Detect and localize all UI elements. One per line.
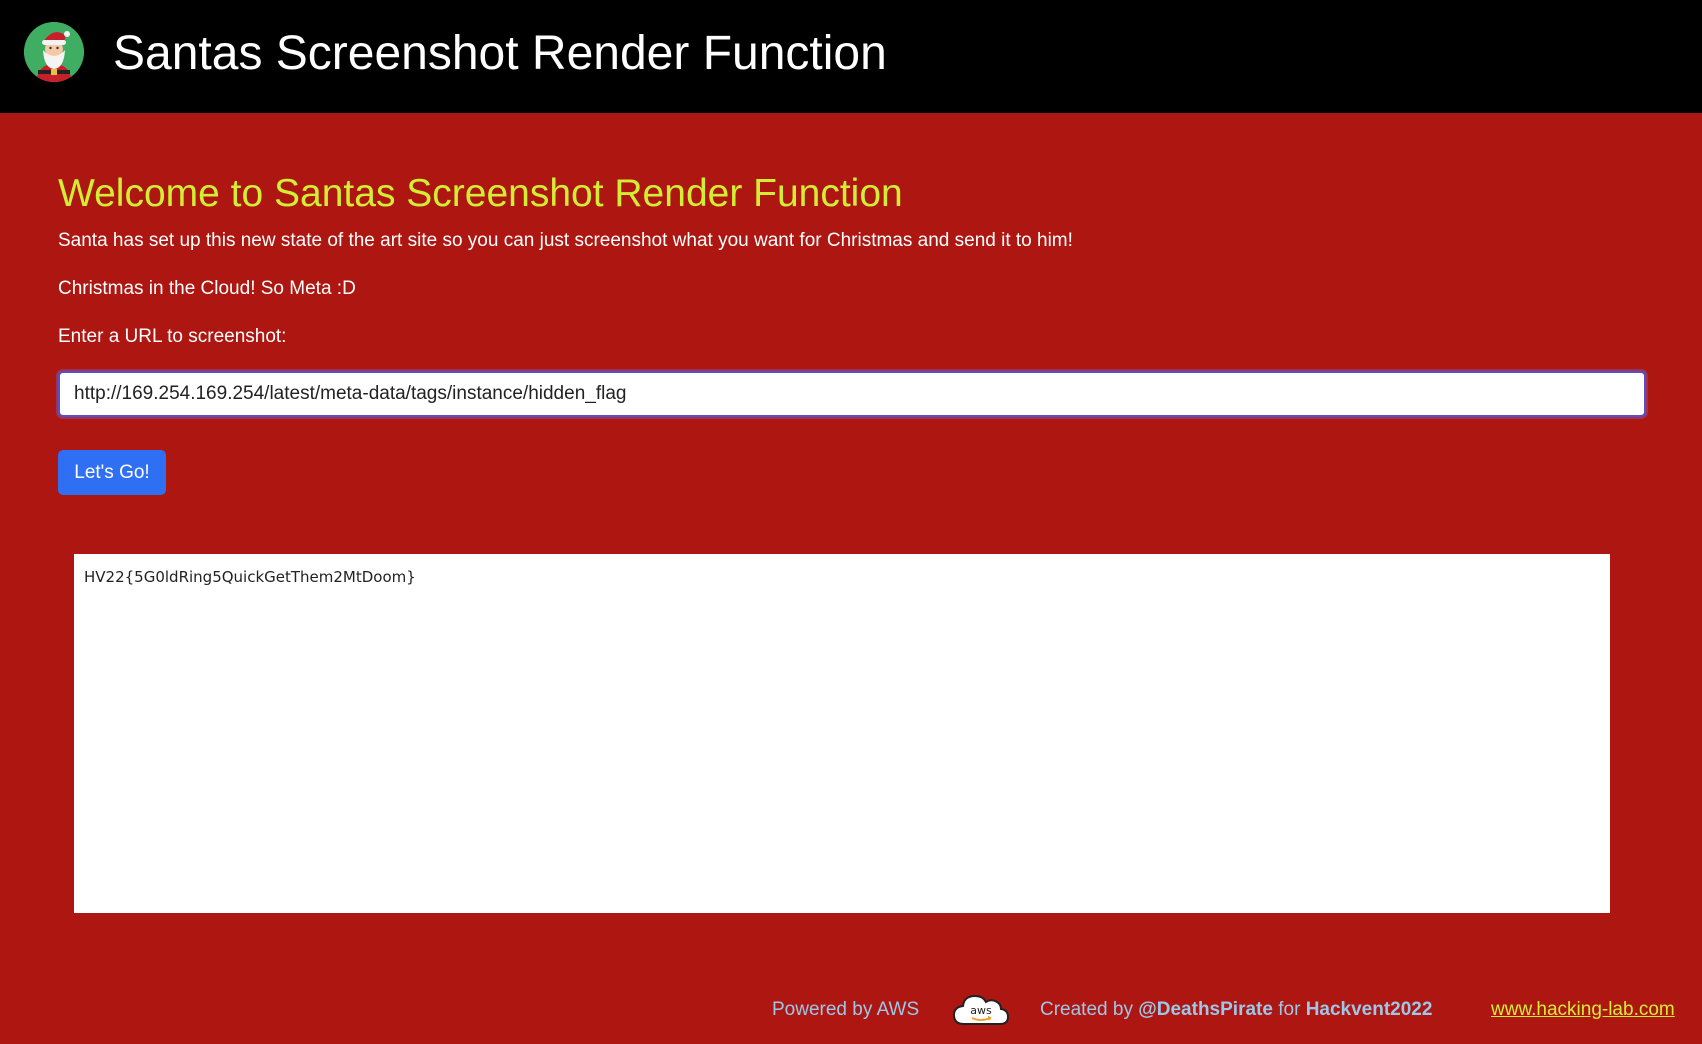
created-by-prefix: Created by [1040, 999, 1133, 1020]
tagline-text: Christmas in the Cloud! So Meta :D [58, 278, 356, 299]
hacking-lab-link[interactable]: www.hacking-lab.com [1491, 997, 1675, 1023]
author-name: @DeathsPirate [1138, 999, 1273, 1020]
event-name: Hackvent2022 [1305, 999, 1433, 1020]
screenshot-result-frame: HV22{5G0ldRing5QuickGetThem2MtDoom} [74, 554, 1610, 913]
lets-go-button[interactable]: Let's Go! [58, 450, 166, 495]
main-content: Welcome to Santas Screenshot Render Func… [0, 113, 1702, 1044]
url-label: Enter a URL to screenshot: [58, 326, 287, 347]
navbar: Santas Screenshot Render Function [0, 0, 1702, 113]
aws-cloud-icon: aws [950, 988, 1012, 1030]
credits-text: Created by @DeathsPirate for Hackvent202… [1040, 997, 1432, 1023]
aws-logo-text: aws [970, 1004, 992, 1017]
page-heading: Welcome to Santas Screenshot Render Func… [58, 172, 903, 215]
powered-by-text: Powered by AWS [772, 999, 920, 1020]
url-input[interactable] [58, 371, 1646, 417]
intro-text: Santa has set up this new state of the a… [58, 230, 1073, 251]
result-flag-text: HV22{5G0ldRing5QuickGetThem2MtDoom} [84, 568, 416, 586]
santa-icon[interactable] [24, 22, 84, 82]
for-word: for [1278, 999, 1301, 1020]
app-title: Santas Screenshot Render Function [113, 27, 887, 80]
